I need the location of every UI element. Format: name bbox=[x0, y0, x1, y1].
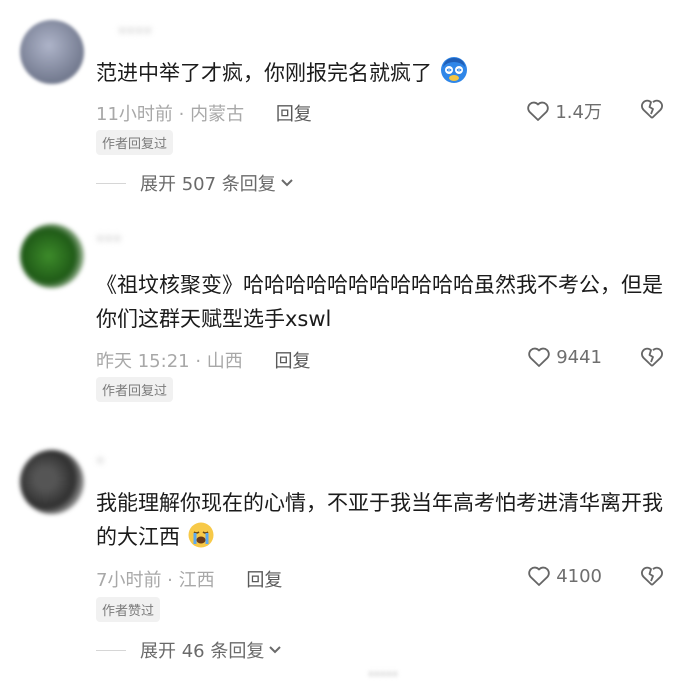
broken-heart-icon bbox=[641, 347, 663, 367]
dislike-button[interactable] bbox=[640, 346, 664, 372]
chevron-down-icon bbox=[281, 179, 293, 187]
dizzy-face-emoji-icon bbox=[439, 55, 469, 95]
reply-button[interactable]: 回复 bbox=[276, 104, 312, 125]
comment-item: *** 《祖坟核聚变》哈哈哈哈哈哈哈哈哈哈哈虽然我不考公，但是你们这群天赋型选手… bbox=[0, 200, 690, 430]
comment-item: **** 范进中举了才疯，你刚报完名就疯了 11小时前 · 内蒙古 回复 1.4… bbox=[0, 0, 690, 200]
username[interactable]: *** bbox=[96, 232, 122, 252]
crying-face-emoji-icon bbox=[187, 521, 215, 559]
dislike-button[interactable] bbox=[640, 565, 664, 591]
author-replied-badge: 作者回复过 bbox=[96, 130, 174, 155]
author-liked-badge: 作者赞过 bbox=[96, 597, 161, 622]
comment-text-content: 范进中举了才疯，你刚报完名就疯了 bbox=[96, 61, 432, 85]
avatar[interactable] bbox=[20, 224, 84, 288]
avatar[interactable] bbox=[20, 20, 84, 84]
broken-heart-icon bbox=[641, 566, 663, 586]
like-button[interactable]: 1.4万 bbox=[526, 98, 602, 124]
like-button[interactable]: 9441 bbox=[527, 346, 602, 368]
time-location: 7小时前 · 江西 bbox=[96, 570, 215, 591]
expand-replies-label: 展开 507 条回复 bbox=[140, 174, 276, 195]
like-count: 4100 bbox=[556, 565, 602, 587]
comment-text: 我能理解你现在的心情，不亚于我当年高考怕考进清华离开我的大江西 bbox=[96, 486, 666, 559]
time-location: 11小时前 · 内蒙古 bbox=[96, 104, 245, 125]
comment-meta: 11小时前 · 内蒙古 回复 bbox=[96, 100, 312, 126]
time-location: 昨天 15:21 · 山西 bbox=[96, 351, 243, 372]
comment-meta: 昨天 15:21 · 山西 回复 bbox=[96, 347, 311, 373]
divider bbox=[96, 182, 126, 184]
expand-replies-button[interactable]: 展开 46 条回复 bbox=[96, 637, 282, 663]
like-button[interactable]: 4100 bbox=[527, 565, 602, 587]
like-count: 1.4万 bbox=[555, 102, 602, 123]
reply-button[interactable]: 回复 bbox=[246, 570, 282, 591]
divider bbox=[96, 649, 126, 651]
watermark: ***** bbox=[368, 669, 398, 683]
comment-text-content: 我能理解你现在的心情，不亚于我当年高考怕考进清华离开我的大江西 bbox=[96, 491, 663, 549]
heart-icon bbox=[528, 566, 550, 586]
username[interactable]: **** bbox=[118, 24, 152, 44]
author-replied-badge: 作者回复过 bbox=[96, 377, 174, 402]
expand-replies-label: 展开 46 条回复 bbox=[140, 641, 265, 662]
dislike-button[interactable] bbox=[640, 98, 664, 124]
comment-text: 范进中举了才疯，你刚报完名就疯了 bbox=[96, 55, 666, 95]
comment-text: 《祖坟核聚变》哈哈哈哈哈哈哈哈哈哈哈虽然我不考公，但是你们这群天赋型选手xswl bbox=[96, 273, 663, 331]
expand-replies-button[interactable]: 展开 507 条回复 bbox=[96, 170, 294, 196]
username[interactable]: * bbox=[96, 454, 105, 474]
like-count: 9441 bbox=[556, 346, 602, 368]
heart-icon bbox=[528, 347, 550, 367]
heart-icon bbox=[527, 101, 550, 121]
broken-heart-icon bbox=[641, 99, 663, 119]
comment-item: * 我能理解你现在的心情，不亚于我当年高考怕考进清华离开我的大江西 7小时前 ·… bbox=[0, 430, 690, 687]
comment-meta: 7小时前 · 江西 回复 bbox=[96, 566, 282, 592]
avatar[interactable] bbox=[20, 450, 84, 514]
chevron-down-icon bbox=[269, 646, 282, 654]
reply-button[interactable]: 回复 bbox=[275, 351, 311, 372]
